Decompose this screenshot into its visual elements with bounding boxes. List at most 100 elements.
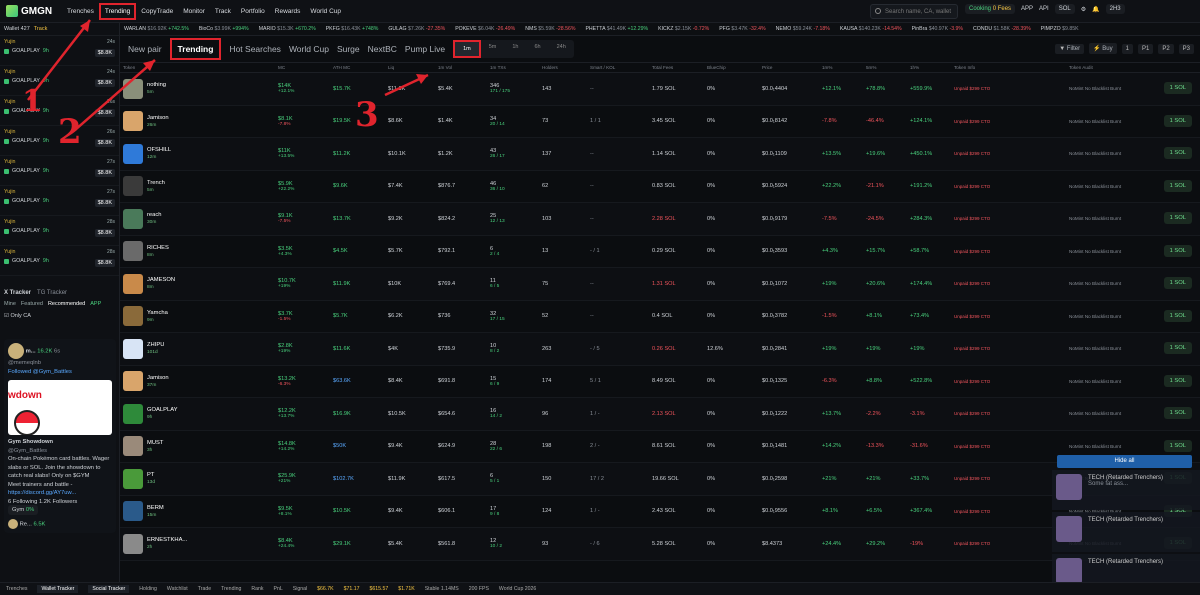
table-row[interactable]: ZHIPU 101d $2.8K +19% $11.6K $4K $735.9 10 8 / 2… (120, 333, 1200, 366)
track-tab[interactable]: Track (34, 26, 48, 32)
quick-buy-button[interactable]: 1 SOL (1163, 179, 1192, 192)
token-cell[interactable]: PT 13d (120, 468, 275, 489)
tweet-card[interactable]: m... 16.2K 6s @memeqlnb Followed @Gym_Ba… (4, 339, 116, 533)
bottom-item[interactable]: 200 FPS (469, 586, 489, 592)
tg-tracker-tab[interactable]: TG Tracker (37, 290, 67, 296)
column-header[interactable]: 1m TXs (487, 65, 539, 70)
bottom-item[interactable]: $615.57 (369, 586, 388, 592)
app-badge[interactable]: APP (90, 301, 101, 307)
only-ca-checkbox[interactable]: ☑ Only CA (4, 313, 116, 319)
timeframe-24h[interactable]: 24h (549, 40, 574, 58)
column-header[interactable]: ATH MC (330, 65, 385, 70)
card-footer-token[interactable]: Gym 0% (8, 505, 39, 515)
notification-item[interactable]: TECH (Retarded Trenchers) (1052, 512, 1200, 552)
ticker-item[interactable]: PHETTA $41.49K +12.29% (585, 26, 648, 32)
wallet-activity-row[interactable]: Yujin 27s GOALPLAY 9h $8.8K (0, 156, 119, 186)
column-header[interactable]: Total Fees (649, 65, 704, 70)
quick-buy-button[interactable]: 1 SOL (1163, 277, 1192, 289)
timeframe-5m[interactable]: 5m (481, 40, 505, 58)
timeframe-1m[interactable]: 1m (453, 40, 481, 58)
api-button[interactable]: API (1039, 6, 1049, 12)
table-row[interactable]: RICHES 8m $3.5K +4.3% $4.5K $5.7K $792.1 6 2 / 4… (120, 236, 1200, 268)
tab-hot-searches[interactable]: Hot Searches (229, 44, 281, 54)
token-cell[interactable]: reach 30m (120, 208, 275, 229)
timeframe-6h[interactable]: 6h (527, 40, 549, 58)
nav-monitor[interactable]: Monitor (178, 8, 210, 15)
ticker-item[interactable]: KICKZ $2.15K -0.72% (658, 26, 709, 32)
table-row[interactable]: Yamcha 9m $3.7K -1.5% $5.7K $6.2K $736 32 17 / 1… (120, 301, 1200, 333)
search-input[interactable]: Search name, CA, wallet (870, 4, 958, 19)
filter-button[interactable]: ▼ Filter (1055, 43, 1085, 54)
ticker-item[interactable]: PIMPZO $9.85K (1041, 26, 1079, 32)
x-tracker-tab[interactable]: X Tracker (4, 290, 31, 296)
column-header[interactable]: Token (120, 65, 275, 70)
quick-buy-button[interactable]: 1 SOL (1163, 147, 1192, 159)
token-cell[interactable]: OFSHILL 12m (120, 143, 275, 164)
nav-copytrade[interactable]: CopyTrade (136, 8, 178, 15)
tab-recommended[interactable]: Recommended (48, 301, 85, 307)
bottom-item[interactable]: $66.7K (317, 586, 333, 592)
buy-button[interactable]: ⚡ Buy (1089, 43, 1117, 54)
ticker-item[interactable]: WARLAN $16.92K +742.5% (124, 26, 189, 32)
token-cell[interactable]: JAMESON 8m (120, 273, 275, 294)
table-row[interactable]: Jamison 26m $8.1K -7.8% $19.5K $8.6K $1.4K 34 20… (120, 106, 1200, 138)
column-header[interactable]: Token Info (951, 65, 1066, 70)
column-header[interactable]: 1h% (907, 65, 951, 70)
bell-icon[interactable]: 🔔 (1092, 6, 1099, 13)
gear-icon[interactable]: ⚙ (1081, 6, 1086, 13)
tab-new-pair[interactable]: New pair (128, 44, 162, 54)
ticker-item[interactable]: CONDU $1.58K -28.39% (973, 26, 1031, 32)
token-cell[interactable]: ZHIPU 101d (120, 338, 275, 359)
ticker-item[interactable]: GULAG $7.26K -27.35% (388, 26, 445, 32)
wallet-activity-row[interactable]: Yujin 27s GOALPLAY 9h $8.8K (0, 186, 119, 216)
token-cell[interactable]: Trench 5m (120, 176, 275, 197)
column-header[interactable]: Price (759, 65, 819, 70)
bottom-item[interactable]: Holding (139, 586, 157, 592)
ticker-item[interactable]: POKEVE $6.04K -26.49% (455, 26, 515, 32)
quick-buy-button[interactable]: 1 SOL (1163, 212, 1192, 224)
ticker-item[interactable]: KAUSA $140.23K -14.54% (840, 26, 902, 32)
ticker-item[interactable]: NMS $5.59K -28.56% (525, 26, 575, 32)
quick-buy-button[interactable]: 1 SOL (1163, 342, 1192, 354)
table-row[interactable]: Jamison 37m $13.2K -6.3% $63.6K $8.4K $691.8 15… (120, 366, 1200, 398)
token-cell[interactable]: GOALPLAY 9h (120, 403, 275, 424)
bottom-item[interactable]: Trenches (6, 586, 27, 592)
notification-item[interactable]: TECH (Retarded Trenchers) Some fat ass... (1052, 470, 1200, 510)
nav-world-cup[interactable]: World Cup (305, 8, 346, 15)
preset-p2[interactable]: P2 (1158, 43, 1174, 54)
wallet-activity-row[interactable]: Yujin 28s GOALPLAY 9h $8.8K (0, 246, 119, 276)
token-cell[interactable]: Jamison 26m (120, 111, 275, 132)
quick-buy-button[interactable]: 1 SOL (1163, 82, 1192, 94)
hide-all-button[interactable]: Hide all (1057, 455, 1192, 468)
table-row[interactable]: OFSHILL 12m $11K +13.5% $11.2K $10.1K $1.2K 43 2… (120, 138, 1200, 171)
tab-mine[interactable]: Mine (4, 301, 16, 307)
nav-trending[interactable]: Trending (98, 2, 137, 20)
column-header[interactable]: MC (275, 65, 330, 70)
nav-rewards[interactable]: Rewards (270, 8, 306, 15)
buy-quantity-input[interactable]: 1 (1121, 43, 1133, 54)
logo[interactable]: GMGN (0, 5, 62, 17)
bottom-item[interactable]: Trade (198, 586, 211, 592)
table-row[interactable]: nothing 5m $14K +12.1% $15.7K $11.1K $5.4K 346 1… (120, 73, 1200, 106)
column-header[interactable]: Liq (385, 65, 435, 70)
ticker-item[interactable]: MARIO $15.3K +670.2% (259, 26, 316, 32)
bottom-item[interactable]: Rank (251, 586, 263, 592)
ticker-item[interactable]: PinBra $40.97K -3.9% (912, 26, 963, 32)
nav-portfolio[interactable]: Portfolio (236, 8, 270, 15)
bottom-item[interactable]: Wallet Tracker (37, 585, 79, 593)
column-header[interactable]: 1m% (819, 65, 863, 70)
wallet-activity-row[interactable]: Yujin 24s GOALPLAY 9h $8.8K (0, 36, 119, 66)
bottom-item[interactable]: Stable 1.14MS (425, 586, 459, 592)
token-cell[interactable]: Yamcha 9m (120, 306, 275, 327)
column-header[interactable]: Holders (539, 65, 587, 70)
quick-buy-button[interactable]: 1 SOL (1163, 374, 1192, 387)
tab-trending[interactable]: Trending (169, 38, 222, 60)
card-link[interactable]: https://discord.gg/AY7uw... (8, 489, 112, 498)
preset-p1[interactable]: P1 (1137, 43, 1154, 54)
column-header[interactable]: 5m% (863, 65, 907, 70)
bottom-item[interactable]: Trending (221, 586, 241, 592)
column-header[interactable]: Token Audit (1066, 65, 1151, 70)
nav-track[interactable]: Track (210, 8, 236, 15)
token-cell[interactable]: MUST 3h (120, 436, 275, 457)
tab-pump-live[interactable]: Pump Live (405, 44, 445, 54)
